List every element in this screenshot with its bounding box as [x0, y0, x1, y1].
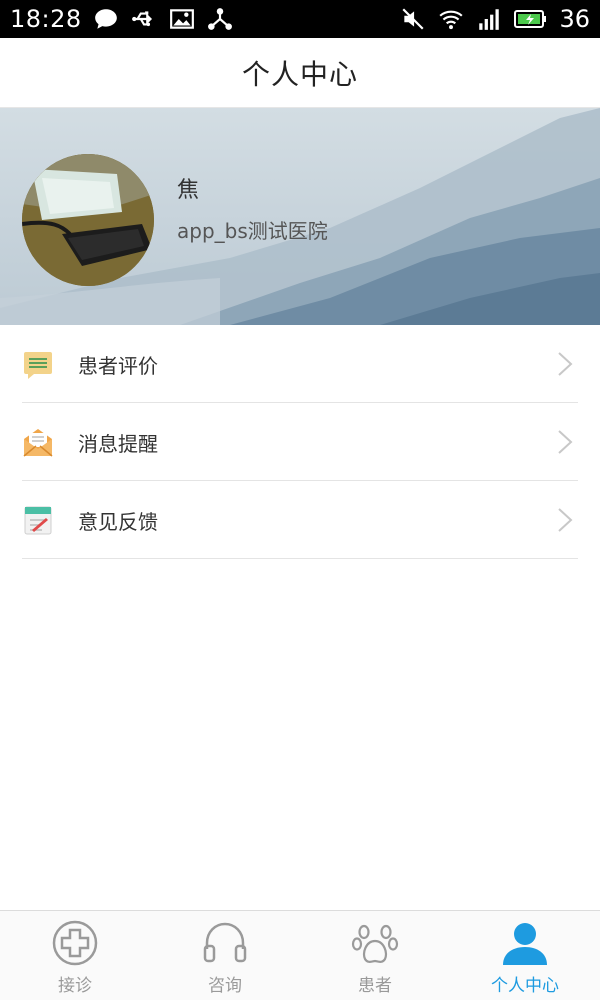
feedback-icon	[22, 504, 54, 536]
medical-cross-icon	[51, 919, 99, 967]
tab-reception[interactable]: 接诊	[0, 911, 150, 1000]
profile-hospital: app_bs测试医院	[177, 219, 328, 243]
review-icon	[22, 348, 54, 380]
menu-item-feedback[interactable]: 意见反馈	[0, 481, 600, 559]
tab-label: 咨询	[208, 976, 242, 996]
battery-icon	[513, 5, 549, 33]
share-icon	[206, 5, 234, 33]
avatar[interactable]	[22, 154, 154, 286]
usb-icon	[130, 5, 158, 33]
signal-3g-icon	[475, 5, 503, 33]
tab-consult[interactable]: 咨询	[150, 911, 300, 1000]
mail-icon	[22, 426, 54, 458]
chevron-right-icon	[550, 427, 580, 457]
tab-label: 接诊	[58, 976, 92, 996]
tab-patients[interactable]: 患者	[300, 911, 450, 1000]
menu-item-label: 患者评价	[78, 353, 158, 378]
battery-percent: 36	[559, 5, 590, 33]
status-time: 18:28	[10, 5, 82, 33]
menu-item-label: 消息提醒	[78, 431, 158, 456]
status-right: 36	[399, 5, 590, 33]
person-icon	[501, 919, 549, 967]
menu-item-message-reminder[interactable]: 消息提醒	[0, 403, 600, 481]
headset-icon	[201, 919, 249, 967]
mute-icon	[399, 5, 427, 33]
tab-label: 患者	[358, 976, 392, 996]
chevron-right-icon	[550, 505, 580, 535]
chat-bubble-icon	[92, 5, 120, 33]
page-title: 个人中心	[241, 57, 358, 91]
status-bar: 18:28 36	[0, 0, 600, 38]
menu-item-patient-review[interactable]: 患者评价	[0, 325, 600, 403]
tab-label: 个人中心	[491, 976, 559, 996]
status-left: 18:28	[10, 5, 234, 33]
avatar-photo	[22, 154, 154, 286]
menu-list: 患者评价 消息提醒 意见反馈	[0, 325, 600, 559]
wifi-icon	[437, 5, 465, 33]
title-bar: 个人中心	[0, 38, 600, 108]
paw-icon	[351, 919, 399, 967]
image-icon	[168, 5, 196, 33]
tab-personal-center[interactable]: 个人中心	[450, 911, 600, 1000]
profile-name: 焦	[177, 178, 200, 203]
chevron-right-icon	[550, 349, 580, 379]
bottom-nav: 接诊 咨询 患者 个人中心	[0, 910, 600, 1000]
menu-item-label: 意见反馈	[78, 509, 158, 534]
profile-header: 焦 app_bs测试医院	[0, 108, 600, 325]
